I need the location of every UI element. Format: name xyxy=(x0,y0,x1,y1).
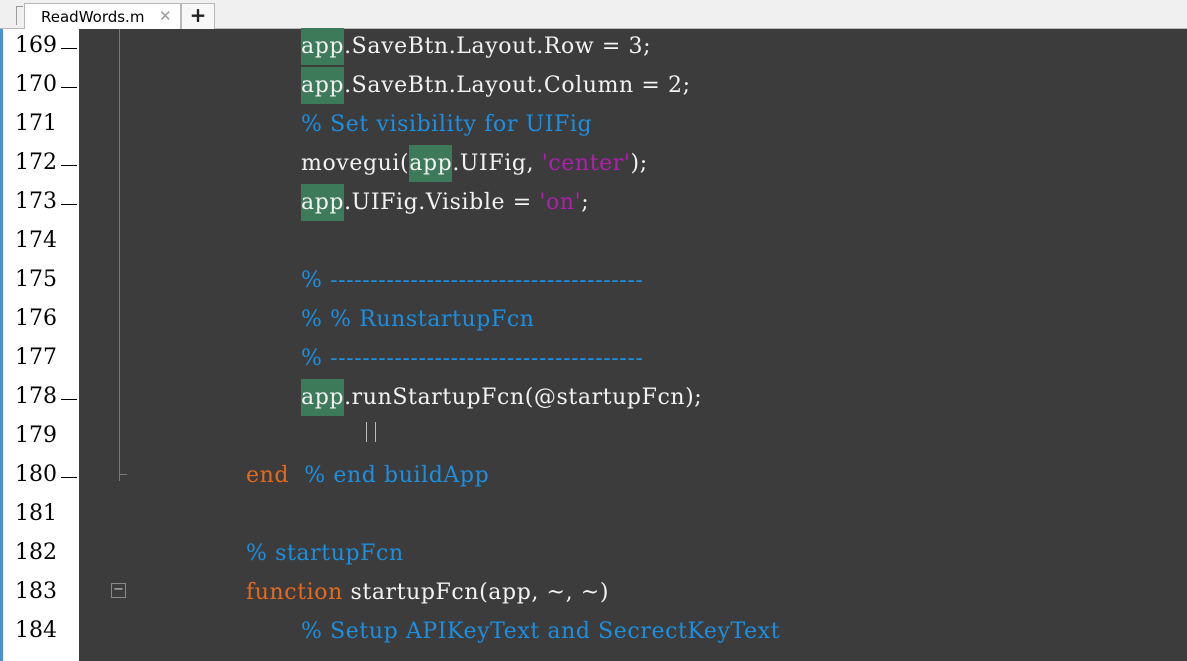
breakpoint-marker[interactable] xyxy=(61,399,77,400)
line-number: 180 xyxy=(15,462,57,487)
line-number: 169 xyxy=(15,33,57,58)
line-number: 184 xyxy=(15,618,57,643)
code-line[interactable]: 170 app.SaveBtn.Layout.Column = 2; xyxy=(3,67,1187,107)
code-line[interactable]: 182 % startupFcn xyxy=(3,536,1187,575)
code-line[interactable]: 172 movegui(app.UIFig, 'center'); xyxy=(3,145,1187,185)
highlighted-token: app xyxy=(301,28,345,65)
code-token: startupFcn(app, ~, ~) xyxy=(342,580,609,605)
text-cursor-icon xyxy=(366,422,376,442)
code-text[interactable]: app.UIFig.Visible = 'on'; xyxy=(301,184,590,221)
code-editor[interactable]: − 169 app.SaveBtn.Layout.Row = 3; 170 app.S… xyxy=(0,28,1187,661)
keyword-token: function xyxy=(246,580,343,605)
code-text[interactable]: app.runStartupFcn(@startupFcn); xyxy=(301,379,703,416)
code-line[interactable]: 181 xyxy=(3,497,1187,536)
code-text[interactable]: movegui(app.UIFig, 'center'); xyxy=(301,145,648,182)
code-text[interactable]: % --------------------------------------… xyxy=(301,268,643,293)
line-number: 172 xyxy=(15,150,57,175)
code-text[interactable]: % % RunstartupFcn xyxy=(301,307,535,332)
tab-readwords[interactable]: ReadWords.m ✕ xyxy=(24,3,181,29)
tab-bar-edge xyxy=(16,6,23,25)
line-number: 181 xyxy=(15,501,57,526)
comment-token: % --------------------------------------… xyxy=(301,346,644,371)
code-text[interactable]: app.SaveBtn.Layout.Row = 3; xyxy=(301,28,652,65)
highlighted-token: app xyxy=(409,145,453,182)
comment-token: % startupFcn xyxy=(246,541,404,566)
line-number: 176 xyxy=(15,306,57,331)
line-number: 178 xyxy=(15,384,57,409)
line-number: 177 xyxy=(15,345,57,370)
comment-token: % Set visibility for UIFig xyxy=(301,112,593,137)
breakpoint-marker[interactable] xyxy=(61,204,77,205)
code-line[interactable]: 173 app.UIFig.Visible = 'on'; xyxy=(3,184,1187,224)
comment-token: % end buildApp xyxy=(304,463,490,488)
code-token: .SaveBtn.Layout.Row = 3; xyxy=(344,34,652,59)
code-line[interactable]: 169 app.SaveBtn.Layout.Row = 3; xyxy=(3,28,1187,68)
code-line[interactable]: 177 % -----------------------------------… xyxy=(3,341,1187,380)
code-text[interactable]: function startupFcn(app, ~, ~) xyxy=(246,580,609,605)
code-line[interactable]: 179 xyxy=(3,419,1187,458)
line-number: 171 xyxy=(15,111,57,136)
code-token: .UIFig, xyxy=(452,151,542,176)
line-number: 173 xyxy=(15,189,57,214)
tab-label: ReadWords.m xyxy=(41,8,145,26)
code-line[interactable]: 176 % % RunstartupFcn xyxy=(3,302,1187,341)
code-text[interactable]: % --------------------------------------… xyxy=(301,346,643,371)
code-token: .SaveBtn.Layout.Column = 2; xyxy=(344,73,691,98)
comment-token: % --------------------------------------… xyxy=(301,268,644,293)
keyword-token: end xyxy=(246,463,290,488)
highlighted-token: app xyxy=(301,379,345,416)
string-token: 'center' xyxy=(541,151,631,176)
code-line[interactable]: 180 end % end buildApp xyxy=(3,458,1187,497)
close-icon[interactable]: ✕ xyxy=(159,7,172,25)
code-line[interactable]: 171 % Set visibility for UIFig xyxy=(3,107,1187,146)
code-token: movegui( xyxy=(301,151,410,176)
highlighted-token: app xyxy=(301,184,345,221)
code-line[interactable]: 178 app.runStartupFcn(@startupFcn); xyxy=(3,379,1187,419)
code-line[interactable]: 184 % Setup APIKeyText and SecrectKeyText xyxy=(3,614,1187,653)
code-line[interactable]: 174 xyxy=(3,224,1187,263)
highlighted-token: app xyxy=(301,67,345,104)
breakpoint-marker[interactable] xyxy=(61,87,77,88)
code-token: .runStartupFcn(@startupFcn); xyxy=(344,385,703,410)
line-number: 182 xyxy=(15,540,57,565)
code-line[interactable]: 183 function startupFcn(app, ~, ~) xyxy=(3,575,1187,614)
string-token: 'on' xyxy=(539,190,582,215)
editor-tab-bar: ReadWords.m ✕ + xyxy=(0,0,1187,29)
line-number: 179 xyxy=(15,423,57,448)
code-token: .UIFig.Visible = xyxy=(344,190,540,215)
code-token: ); xyxy=(630,151,648,176)
code-token: ; xyxy=(581,190,590,215)
code-text[interactable]: % startupFcn xyxy=(246,541,404,566)
comment-token: % % RunstartupFcn xyxy=(301,307,535,332)
line-number: 175 xyxy=(15,267,57,292)
code-text[interactable]: app.SaveBtn.Layout.Column = 2; xyxy=(301,67,691,104)
add-tab-button[interactable]: + xyxy=(181,3,215,29)
code-text[interactable]: % Setup APIKeyText and SecrectKeyText xyxy=(301,619,780,644)
code-text[interactable]: % Set visibility for UIFig xyxy=(301,112,592,137)
comment-token: % Setup APIKeyText and SecrectKeyText xyxy=(301,619,781,644)
breakpoint-marker[interactable] xyxy=(61,165,77,166)
code-text[interactable]: end % end buildApp xyxy=(246,463,489,488)
breakpoint-marker[interactable] xyxy=(61,48,77,49)
line-number: 170 xyxy=(15,72,57,97)
line-number: 174 xyxy=(15,228,57,253)
line-number: 183 xyxy=(15,579,57,604)
breakpoint-marker[interactable] xyxy=(61,477,77,478)
code-line[interactable]: 175 % -----------------------------------… xyxy=(3,263,1187,302)
